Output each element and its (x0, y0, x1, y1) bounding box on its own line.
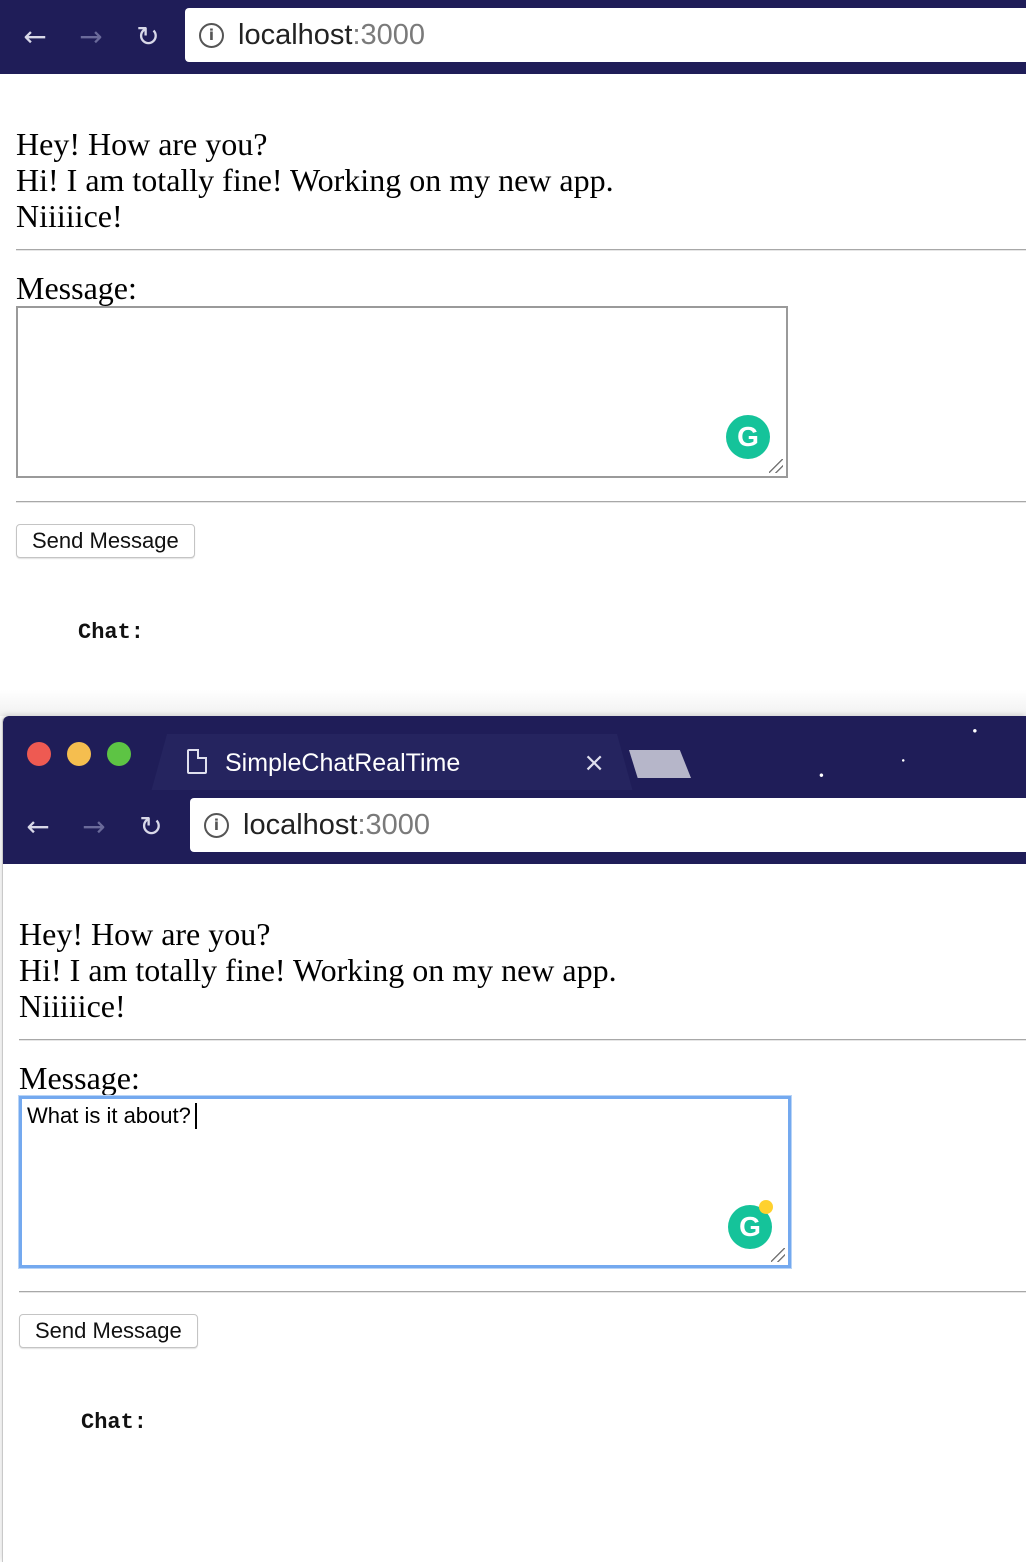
grammarly-icon[interactable]: G (726, 415, 770, 459)
chat-message: Hi! I am totally fine! Working on my new… (19, 952, 617, 988)
resize-handle-icon[interactable] (769, 459, 783, 473)
maximize-window-button[interactable] (107, 742, 131, 766)
url-port: :3000 (357, 809, 431, 841)
reload-button[interactable]: ↻ (133, 22, 163, 52)
message-label: Message: (19, 1060, 140, 1096)
divider (19, 1039, 1026, 1041)
textarea-text: What is it about? (27, 1103, 191, 1128)
info-icon[interactable]: i (204, 813, 229, 838)
divider (16, 501, 1026, 503)
window-gap (0, 690, 1026, 716)
chat-label: Chat: (81, 1410, 148, 1435)
resize-handle-icon[interactable] (771, 1248, 785, 1262)
forward-button[interactable]: → (76, 22, 106, 52)
divider (19, 1291, 1026, 1293)
close-tab-icon[interactable]: × (583, 748, 605, 778)
chat-message: Hey! How are you? (19, 916, 271, 952)
chat-message: Hey! How are you? (16, 126, 268, 162)
tab-active[interactable]: SimpleChatRealTime × (151, 734, 633, 792)
message-label: Message: (16, 270, 137, 306)
chat-message: Niiiiice! (19, 988, 126, 1024)
reload-button[interactable]: ↻ (136, 812, 166, 842)
browser-window-top: ← → ↻ i localhost:3000 Hey! How are you?… (0, 0, 1026, 690)
document-icon (187, 749, 207, 774)
chat-message: Hi! I am totally fine! Working on my new… (16, 162, 614, 198)
grammarly-notification-dot (759, 1200, 773, 1214)
chat-message: Niiiiice! (16, 198, 123, 234)
chat-label: Chat: (78, 620, 145, 645)
address-bar[interactable]: i localhost:3000 (190, 798, 1026, 852)
url-host: localhost (243, 809, 358, 841)
minimize-window-button[interactable] (67, 742, 91, 766)
message-textarea[interactable]: What is it about? G (19, 1096, 791, 1268)
browser-toolbar: ← → ↻ i localhost:3000 (3, 790, 1026, 864)
back-button[interactable]: ← (23, 812, 53, 842)
forward-button[interactable]: → (79, 812, 109, 842)
tab-strip: SimpleChatRealTime × (3, 716, 1026, 790)
message-textarea[interactable]: G (16, 306, 788, 478)
message-textarea-value: What is it about? (27, 1103, 197, 1129)
close-window-button[interactable] (27, 742, 51, 766)
send-message-button[interactable]: Send Message (16, 524, 195, 558)
info-icon[interactable]: i (199, 23, 224, 48)
url-text: localhost:3000 (243, 809, 430, 841)
divider (16, 249, 1026, 251)
url-port: :3000 (352, 19, 426, 51)
url-host: localhost (238, 19, 353, 51)
tab-title: SimpleChatRealTime (225, 749, 461, 777)
url-text: localhost:3000 (238, 19, 425, 51)
browser-toolbar: ← → ↻ i localhost:3000 (0, 0, 1026, 74)
text-caret (194, 1103, 197, 1129)
browser-window-bottom: SimpleChatRealTime × ← → ↻ i localhost:3… (2, 716, 1026, 1562)
address-bar[interactable]: i localhost:3000 (185, 8, 1026, 62)
send-message-button[interactable]: Send Message (19, 1314, 198, 1348)
new-tab-button[interactable] (629, 750, 691, 778)
back-button[interactable]: ← (20, 22, 50, 52)
